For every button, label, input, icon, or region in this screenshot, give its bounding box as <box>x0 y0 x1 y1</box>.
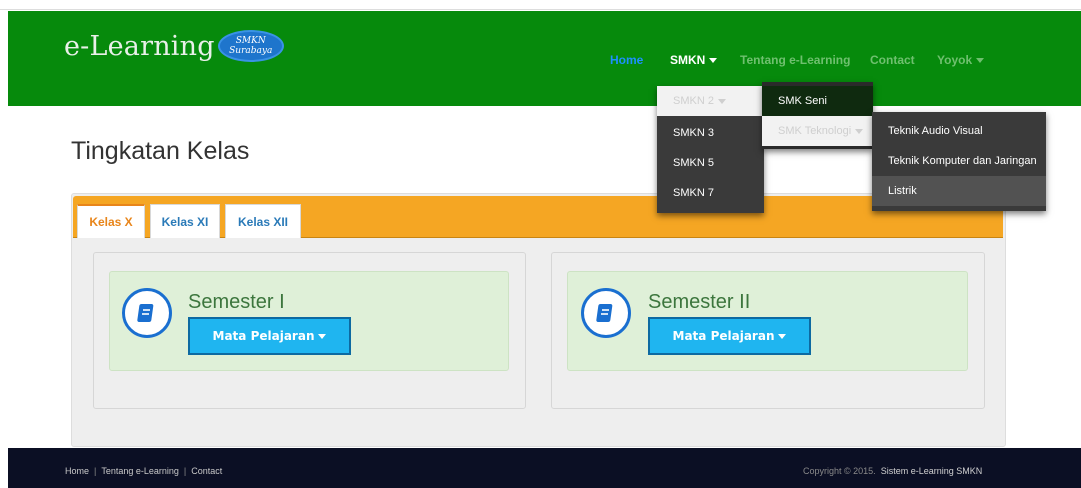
chevron-down-icon <box>717 98 726 104</box>
chevron-down-icon <box>855 128 864 134</box>
dropdown-item-tkj[interactable]: Teknik Komputer dan Jaringan <box>872 146 1046 176</box>
chevron-down-icon <box>778 333 787 339</box>
footer-link-contact[interactable]: Contact <box>191 466 222 476</box>
dropdown-item-audio-visual[interactable]: Teknik Audio Visual <box>872 116 1046 146</box>
mata-pelajaran-button-2[interactable]: Mata Pelajaran <box>648 317 811 355</box>
tab-kelas-xii[interactable]: Kelas XII <box>225 204 301 238</box>
mata-pelajaran-label: Mata Pelajaran <box>212 329 315 343</box>
dropdown-item-listrik[interactable]: Listrik <box>872 176 1046 206</box>
badge-line-2: Surabaya <box>229 46 273 56</box>
chevron-down-icon <box>709 58 718 64</box>
nav-home[interactable]: Home <box>610 53 643 67</box>
footer-link-tentang[interactable]: Tentang e-Learning <box>101 466 179 476</box>
nav-tentang[interactable]: Tentang e-Learning <box>740 53 850 67</box>
mata-pelajaran-label: Mata Pelajaran <box>672 329 775 343</box>
chevron-down-icon <box>318 333 327 339</box>
dropdown-smkn: SMKN 2 SMKN 3 SMKN 5 SMKN 7 <box>657 86 764 213</box>
brand-text: e-Learning <box>64 30 215 62</box>
nav-smkn-label: SMKN <box>670 53 706 67</box>
tab-kelas-x[interactable]: Kelas X <box>77 204 145 238</box>
mata-pelajaran-button-1[interactable]: Mata Pelajaran <box>188 317 351 355</box>
dropdown-item-smkn-7[interactable]: SMKN 7 <box>657 178 764 208</box>
dropdown-item-label: SMKN 2 <box>673 95 714 107</box>
dropdown-item-smkn-5[interactable]: SMKN 5 <box>657 148 764 178</box>
tab-kelas-xi[interactable]: Kelas XI <box>150 204 220 238</box>
top-border <box>0 0 1081 10</box>
dropdown-teknologi: Teknik Audio Visual Teknik Komputer dan … <box>872 112 1046 211</box>
dropdown-item-smkn-2[interactable]: SMKN 2 <box>657 86 764 116</box>
footer-link-home[interactable]: Home <box>65 466 89 476</box>
nav-user[interactable]: Yoyok <box>937 53 985 67</box>
brand-logo[interactable]: e-Learning SMKN Surabaya <box>64 30 284 62</box>
semester-1-title: Semester I <box>188 291 285 313</box>
dropdown-item-label: SMK Teknologi <box>778 125 852 137</box>
page-title: Tingkatan Kelas <box>71 137 250 165</box>
dropdown-item-smkn-3[interactable]: SMKN 3 <box>657 118 764 148</box>
footer-copyright: Copyright © 2015. Sistem e-Learning SMKN <box>803 466 982 476</box>
nav-user-label: Yoyok <box>937 53 973 67</box>
copyright-text: Copyright © 2015. <box>803 466 876 476</box>
footer-separator: | <box>94 466 97 476</box>
footer-separator: | <box>183 466 187 476</box>
book-icon <box>122 288 172 338</box>
chevron-down-icon <box>976 58 985 64</box>
badge-line-1: SMKN <box>235 36 266 46</box>
book-icon <box>581 288 631 338</box>
semester-2-title: Semester II <box>648 291 751 313</box>
nav-contact[interactable]: Contact <box>870 53 915 67</box>
system-name: Sistem e-Learning SMKN <box>880 466 983 476</box>
nav-smkn[interactable]: SMKN <box>670 53 718 67</box>
brand-badge: SMKN Surabaya <box>217 30 284 62</box>
dropdown-smkn-2: SMK Seni SMK Teknologi <box>762 82 873 149</box>
footer-links: Home | Tentang e-Learning | Contact <box>65 466 222 476</box>
dropdown-item-smk-seni[interactable]: SMK Seni <box>762 86 873 116</box>
dropdown-item-smk-teknologi[interactable]: SMK Teknologi <box>762 116 873 146</box>
page: e-Learning SMKN Surabaya Home SMKN Tenta… <box>0 0 1081 488</box>
